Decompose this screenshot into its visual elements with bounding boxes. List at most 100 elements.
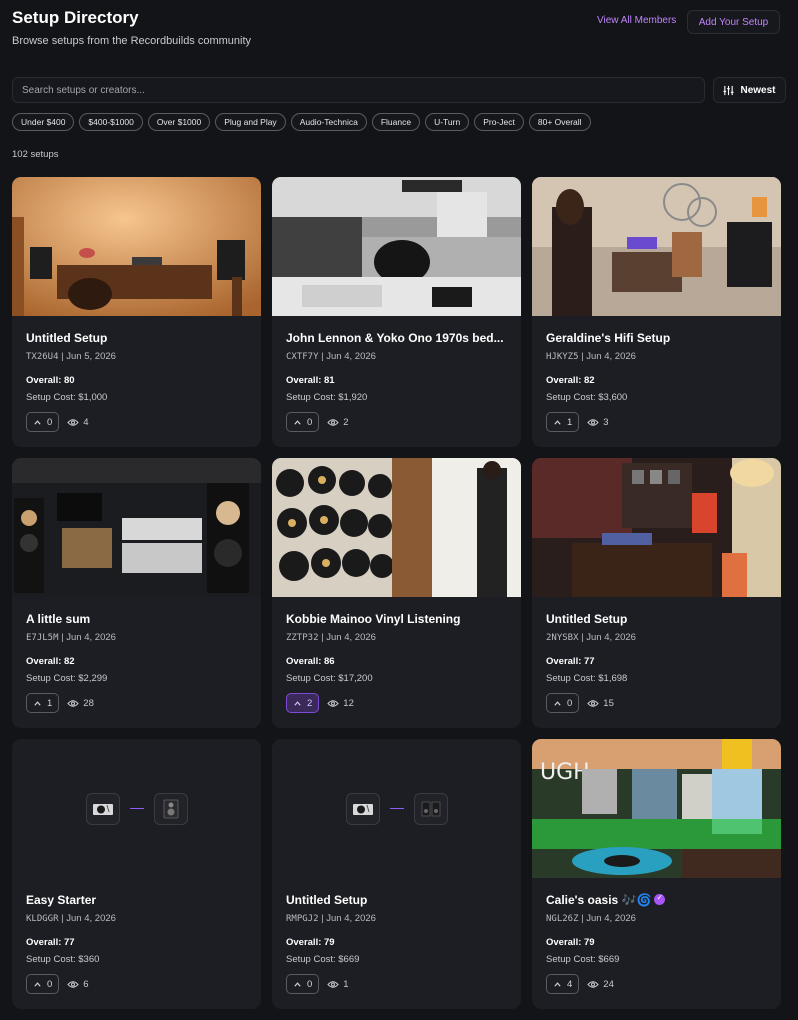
setup-photo: UGH bbox=[532, 739, 781, 878]
setup-title[interactable]: Kobbie Mainoo Vinyl Listening bbox=[286, 612, 508, 627]
filter-chip[interactable]: Audio-Technica bbox=[290, 113, 367, 131]
filter-chip[interactable]: Pro-Ject bbox=[474, 113, 524, 131]
eye-icon bbox=[67, 699, 79, 707]
setup-cost: Setup Cost: $669 bbox=[546, 954, 620, 965]
setup-cost: Setup Cost: $669 bbox=[286, 954, 360, 965]
upvote-button[interactable]: 1 bbox=[26, 693, 60, 713]
chevron-up-icon bbox=[554, 419, 561, 425]
view-count: 1 bbox=[327, 979, 349, 990]
overall-score: Overall: 79 bbox=[546, 937, 595, 948]
page-title: Setup Directory bbox=[12, 8, 139, 27]
chevron-up-icon bbox=[554, 700, 561, 706]
eye-icon bbox=[587, 418, 599, 426]
view-count: 12 bbox=[327, 698, 354, 709]
setup-photo bbox=[12, 177, 261, 316]
setup-title[interactable]: A little sum bbox=[26, 612, 248, 627]
setup-card[interactable]: Untitled Setup 2NYSBX | Jun 4, 2026 Over… bbox=[532, 458, 781, 728]
setup-meta: KLDGGR | Jun 4, 2026 bbox=[26, 913, 116, 924]
chevron-up-icon bbox=[34, 700, 41, 706]
overall-score: Overall: 77 bbox=[26, 937, 75, 948]
results-count: 102 setups bbox=[12, 149, 59, 160]
setup-title[interactable]: Untitled Setup bbox=[546, 612, 768, 627]
upvote-button[interactable]: 4 bbox=[546, 974, 580, 994]
setup-meta: RMPGJ2 | Jun 4, 2026 bbox=[286, 913, 376, 924]
setup-meta: E7JL5M | Jun 4, 2026 bbox=[26, 632, 116, 643]
setup-cost: Setup Cost: $1,698 bbox=[546, 673, 628, 684]
upvote-button[interactable]: 0 bbox=[546, 693, 580, 713]
view-count: 24 bbox=[587, 979, 614, 990]
setup-meta: TX26U4 | Jun 5, 2026 bbox=[26, 351, 116, 362]
chevron-up-icon bbox=[294, 981, 301, 987]
setup-meta: CXTF7Y | Jun 4, 2026 bbox=[286, 351, 376, 362]
sort-label: Newest bbox=[740, 84, 776, 96]
setup-card[interactable]: John Lennon & Yoko Ono 1970s bed... CXTF… bbox=[272, 177, 521, 447]
setup-cost: Setup Cost: $3,600 bbox=[546, 392, 628, 403]
setup-title[interactable]: Easy Starter bbox=[26, 893, 248, 908]
setup-meta: NGL26Z | Jun 4, 2026 bbox=[546, 913, 636, 924]
setup-title[interactable]: John Lennon & Yoko Ono 1970s bed... bbox=[286, 331, 508, 346]
setup-cost: Setup Cost: $1,000 bbox=[26, 392, 108, 403]
filter-chip[interactable]: $400-$1000 bbox=[79, 113, 143, 131]
upvote-button[interactable]: 0 bbox=[286, 974, 320, 994]
setup-title[interactable]: Untitled Setup bbox=[286, 893, 508, 908]
eye-icon bbox=[327, 699, 339, 707]
setup-card[interactable]: Untitled Setup RMPGJ2 | Jun 4, 2026 Over… bbox=[272, 739, 521, 1009]
setup-photo bbox=[532, 458, 781, 597]
upvote-button[interactable]: 0 bbox=[286, 412, 320, 432]
search-input[interactable] bbox=[12, 77, 705, 103]
filter-chip[interactable]: 80+ Overall bbox=[528, 113, 591, 131]
setup-photo bbox=[12, 739, 261, 878]
eye-icon bbox=[587, 699, 599, 707]
verified-badge-icon bbox=[654, 893, 666, 905]
chevron-up-icon bbox=[34, 419, 41, 425]
upvote-button[interactable]: 0 bbox=[26, 974, 60, 994]
filter-chip[interactable]: Fluance bbox=[371, 113, 421, 131]
search-row: Newest bbox=[12, 77, 786, 103]
overall-score: Overall: 82 bbox=[546, 375, 595, 386]
add-your-setup-button[interactable]: Add Your Setup bbox=[687, 10, 780, 34]
setup-title[interactable]: Calie's oasis 🎶🌀 bbox=[546, 893, 768, 908]
eye-icon bbox=[67, 980, 79, 988]
setup-title[interactable]: Geraldine's Hifi Setup bbox=[546, 331, 768, 346]
setup-photo bbox=[272, 177, 521, 316]
setup-card[interactable]: A little sum E7JL5M | Jun 4, 2026 Overal… bbox=[12, 458, 261, 728]
sort-button[interactable]: Newest bbox=[713, 77, 786, 103]
filter-chips: Under $400 $400-$1000 Over $1000 Plug an… bbox=[12, 113, 591, 131]
setup-meta: HJKYZ5 | Jun 4, 2026 bbox=[546, 351, 636, 362]
overall-score: Overall: 86 bbox=[286, 656, 335, 667]
view-count: 2 bbox=[327, 417, 349, 428]
overall-score: Overall: 77 bbox=[546, 656, 595, 667]
setup-cost: Setup Cost: $1,920 bbox=[286, 392, 368, 403]
speaker-icon bbox=[153, 792, 188, 825]
chevron-up-icon bbox=[294, 419, 301, 425]
setup-photo bbox=[532, 177, 781, 316]
view-count: 28 bbox=[67, 698, 94, 709]
filter-chip[interactable]: Plug and Play bbox=[215, 113, 286, 131]
eye-icon bbox=[67, 418, 79, 426]
setup-photo bbox=[272, 739, 521, 878]
filter-chip[interactable]: Under $400 bbox=[12, 113, 75, 131]
view-all-members-link[interactable]: View All Members bbox=[597, 15, 676, 26]
overall-score: Overall: 79 bbox=[286, 937, 335, 948]
view-count: 6 bbox=[67, 979, 89, 990]
filter-chip[interactable]: Over $1000 bbox=[147, 113, 211, 131]
overall-score: Overall: 82 bbox=[26, 656, 75, 667]
upvote-button[interactable]: 0 bbox=[26, 412, 60, 432]
filter-chip[interactable]: U-Turn bbox=[425, 113, 470, 131]
eye-icon bbox=[327, 980, 339, 988]
setup-card[interactable]: UGH Calie's oasis 🎶🌀 NGL26Z | Jun 4, 202… bbox=[532, 739, 781, 1009]
page-header: Setup Directory Browse setups from the R… bbox=[12, 8, 786, 58]
sliders-icon bbox=[723, 85, 735, 95]
chevron-up-icon bbox=[34, 981, 41, 987]
eye-icon bbox=[327, 418, 339, 426]
eye-icon bbox=[587, 980, 599, 988]
setup-photo bbox=[272, 458, 521, 597]
setup-card[interactable]: Kobbie Mainoo Vinyl Listening ZZTP32 | J… bbox=[272, 458, 521, 728]
setup-card[interactable]: Geraldine's Hifi Setup HJKYZ5 | Jun 4, 2… bbox=[532, 177, 781, 447]
setup-title[interactable]: Untitled Setup bbox=[26, 331, 248, 346]
setup-card[interactable]: Easy Starter KLDGGR | Jun 4, 2026 Overal… bbox=[12, 739, 261, 1009]
upvote-button[interactable]: 1 bbox=[546, 412, 580, 432]
upvote-button[interactable]: 2 bbox=[286, 693, 320, 713]
view-count: 4 bbox=[67, 417, 89, 428]
setup-card[interactable]: Untitled Setup TX26U4 | Jun 5, 2026 Over… bbox=[12, 177, 261, 447]
